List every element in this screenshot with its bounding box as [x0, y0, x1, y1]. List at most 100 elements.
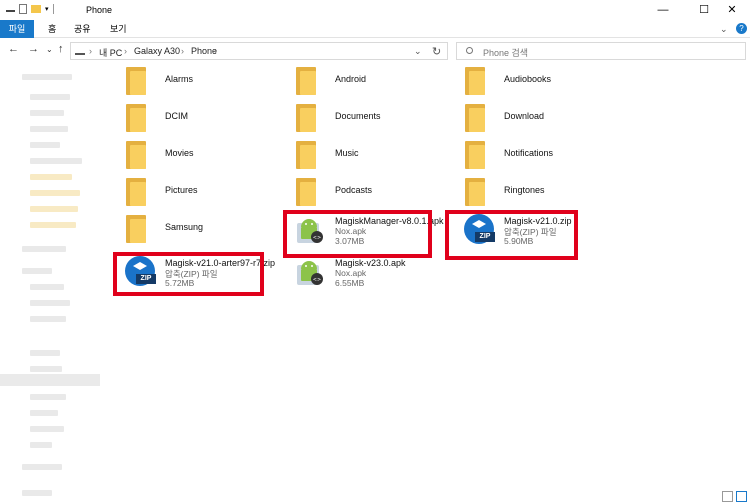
drive-icon: [75, 49, 85, 55]
details-view-button[interactable]: [722, 491, 733, 502]
apk-icon: <>: [297, 261, 323, 285]
folder-name: Android: [335, 74, 367, 84]
window-title: Phone: [86, 5, 113, 15]
folder-icon: [126, 104, 146, 132]
refresh-button[interactable]: ↻: [432, 45, 441, 58]
nav-item[interactable]: [30, 426, 64, 432]
nav-item[interactable]: [30, 366, 62, 372]
expand-ribbon-icon[interactable]: ⌄: [712, 20, 736, 38]
navigation-pane[interactable]: [0, 62, 100, 504]
nav-item[interactable]: [30, 350, 60, 356]
folder-icon: [296, 104, 316, 132]
folder-name: Notifications: [504, 148, 554, 158]
divider: [52, 4, 54, 14]
nav-item[interactable]: [30, 300, 70, 306]
highlight-box: [113, 252, 264, 296]
nav-item[interactable]: [30, 206, 78, 212]
nav-item[interactable]: [30, 94, 70, 100]
folder-item[interactable]: Movies: [118, 138, 283, 172]
new-folder-icon[interactable]: [31, 5, 41, 13]
nav-item[interactable]: [30, 126, 68, 132]
file-name: Magisk-v23.0.apk: [335, 258, 406, 268]
folder-name: Podcasts: [335, 185, 373, 195]
folder-name: Documents: [335, 111, 381, 121]
folder-item[interactable]: Ringtones: [457, 175, 622, 209]
folder-item[interactable]: Pictures: [118, 175, 283, 209]
breadcrumb-this-pc[interactable]: 내 PC: [99, 46, 122, 59]
folder-item[interactable]: Notifications: [457, 138, 622, 172]
forward-button[interactable]: →: [28, 43, 39, 55]
nav-item-selected[interactable]: [0, 374, 100, 386]
properties-icon[interactable]: [19, 4, 27, 14]
address-bar[interactable]: › 내 PC › Galaxy A30 › Phone › ⌄ ↻: [70, 42, 448, 60]
minimize-button[interactable]: —: [645, 0, 681, 20]
folder-item[interactable]: Music: [288, 138, 453, 172]
nav-item[interactable]: [22, 74, 72, 80]
nav-item[interactable]: [22, 268, 52, 274]
nav-item[interactable]: [30, 174, 72, 180]
nav-item[interactable]: [30, 110, 64, 116]
customize-toolbar-icon[interactable]: ▾: [45, 5, 49, 13]
folder-item[interactable]: Audiobooks: [457, 64, 622, 98]
nav-item[interactable]: [30, 142, 60, 148]
folder-item[interactable]: Download: [457, 101, 622, 135]
nav-item[interactable]: [30, 316, 66, 322]
breadcrumb-separator: ›: [181, 46, 184, 56]
folder-name: Ringtones: [504, 185, 545, 195]
nav-item[interactable]: [22, 490, 52, 496]
ribbon: 파일 홈 공유 보기 ⌄ ?: [0, 20, 750, 38]
address-dropdown-icon[interactable]: ⌄: [414, 46, 422, 57]
folder-name: Pictures: [165, 185, 198, 195]
folder-name: Download: [504, 111, 545, 121]
breadcrumb-separator: ›: [124, 46, 127, 56]
nav-item[interactable]: [30, 442, 52, 448]
nav-item[interactable]: [30, 190, 80, 196]
search-box[interactable]: Phone 검색: [456, 42, 746, 60]
folder-icon: [126, 178, 146, 206]
tab-share[interactable]: 공유: [66, 20, 99, 38]
nav-item[interactable]: [30, 222, 76, 228]
nav-item[interactable]: [22, 464, 62, 470]
folder-item[interactable]: Alarms: [118, 64, 283, 98]
breadcrumb-galaxy-a30[interactable]: Galaxy A30: [134, 46, 180, 56]
nav-item[interactable]: [30, 158, 82, 164]
nav-item[interactable]: [30, 410, 58, 416]
folder-icon: [465, 141, 485, 169]
nav-item[interactable]: [22, 246, 66, 252]
folder-item[interactable]: Documents: [288, 101, 453, 135]
breadcrumb-separator: ›: [214, 46, 217, 56]
file-size: 6.55MB: [335, 278, 365, 288]
tab-home[interactable]: 홈: [40, 20, 64, 38]
search-placeholder: Phone 검색: [483, 48, 529, 58]
folder-name: Audiobooks: [504, 74, 552, 84]
close-button[interactable]: ✕: [714, 0, 750, 20]
large-icons-view-button[interactable]: [736, 491, 747, 502]
folder-item[interactable]: DCIM: [118, 101, 283, 135]
folder-icon: [126, 141, 146, 169]
help-icon[interactable]: ?: [736, 23, 747, 34]
folder-icon: [296, 67, 316, 95]
folder-name: Movies: [165, 148, 194, 158]
recent-locations-icon[interactable]: ⌄: [46, 45, 53, 54]
tab-file[interactable]: 파일: [0, 20, 34, 38]
back-button[interactable]: ←: [8, 43, 19, 55]
quick-access-toolbar: ▾: [6, 4, 54, 14]
folder-item[interactable]: Podcasts: [288, 175, 453, 209]
folder-name: Alarms: [165, 74, 194, 84]
folder-name: Samsung: [165, 222, 204, 232]
highlight-box: [445, 210, 578, 260]
folder-icon: [126, 215, 146, 243]
folder-item[interactable]: Samsung: [118, 212, 283, 246]
drive-icon[interactable]: [6, 7, 15, 12]
tab-view[interactable]: 보기: [102, 20, 135, 38]
folder-item[interactable]: Android: [288, 64, 453, 98]
folder-icon: [465, 67, 485, 95]
folder-icon: [296, 141, 316, 169]
nav-item[interactable]: [30, 394, 66, 400]
folder-icon: [126, 67, 146, 95]
up-button[interactable]: ↑: [58, 43, 64, 55]
nav-item[interactable]: [30, 284, 64, 290]
file-item-magisk-v23-apk[interactable]: <> Magisk-v23.0.apk Nox.apk 6.55MB: [288, 254, 453, 288]
file-type: Nox.apk: [335, 268, 367, 278]
folder-name: DCIM: [165, 111, 188, 121]
